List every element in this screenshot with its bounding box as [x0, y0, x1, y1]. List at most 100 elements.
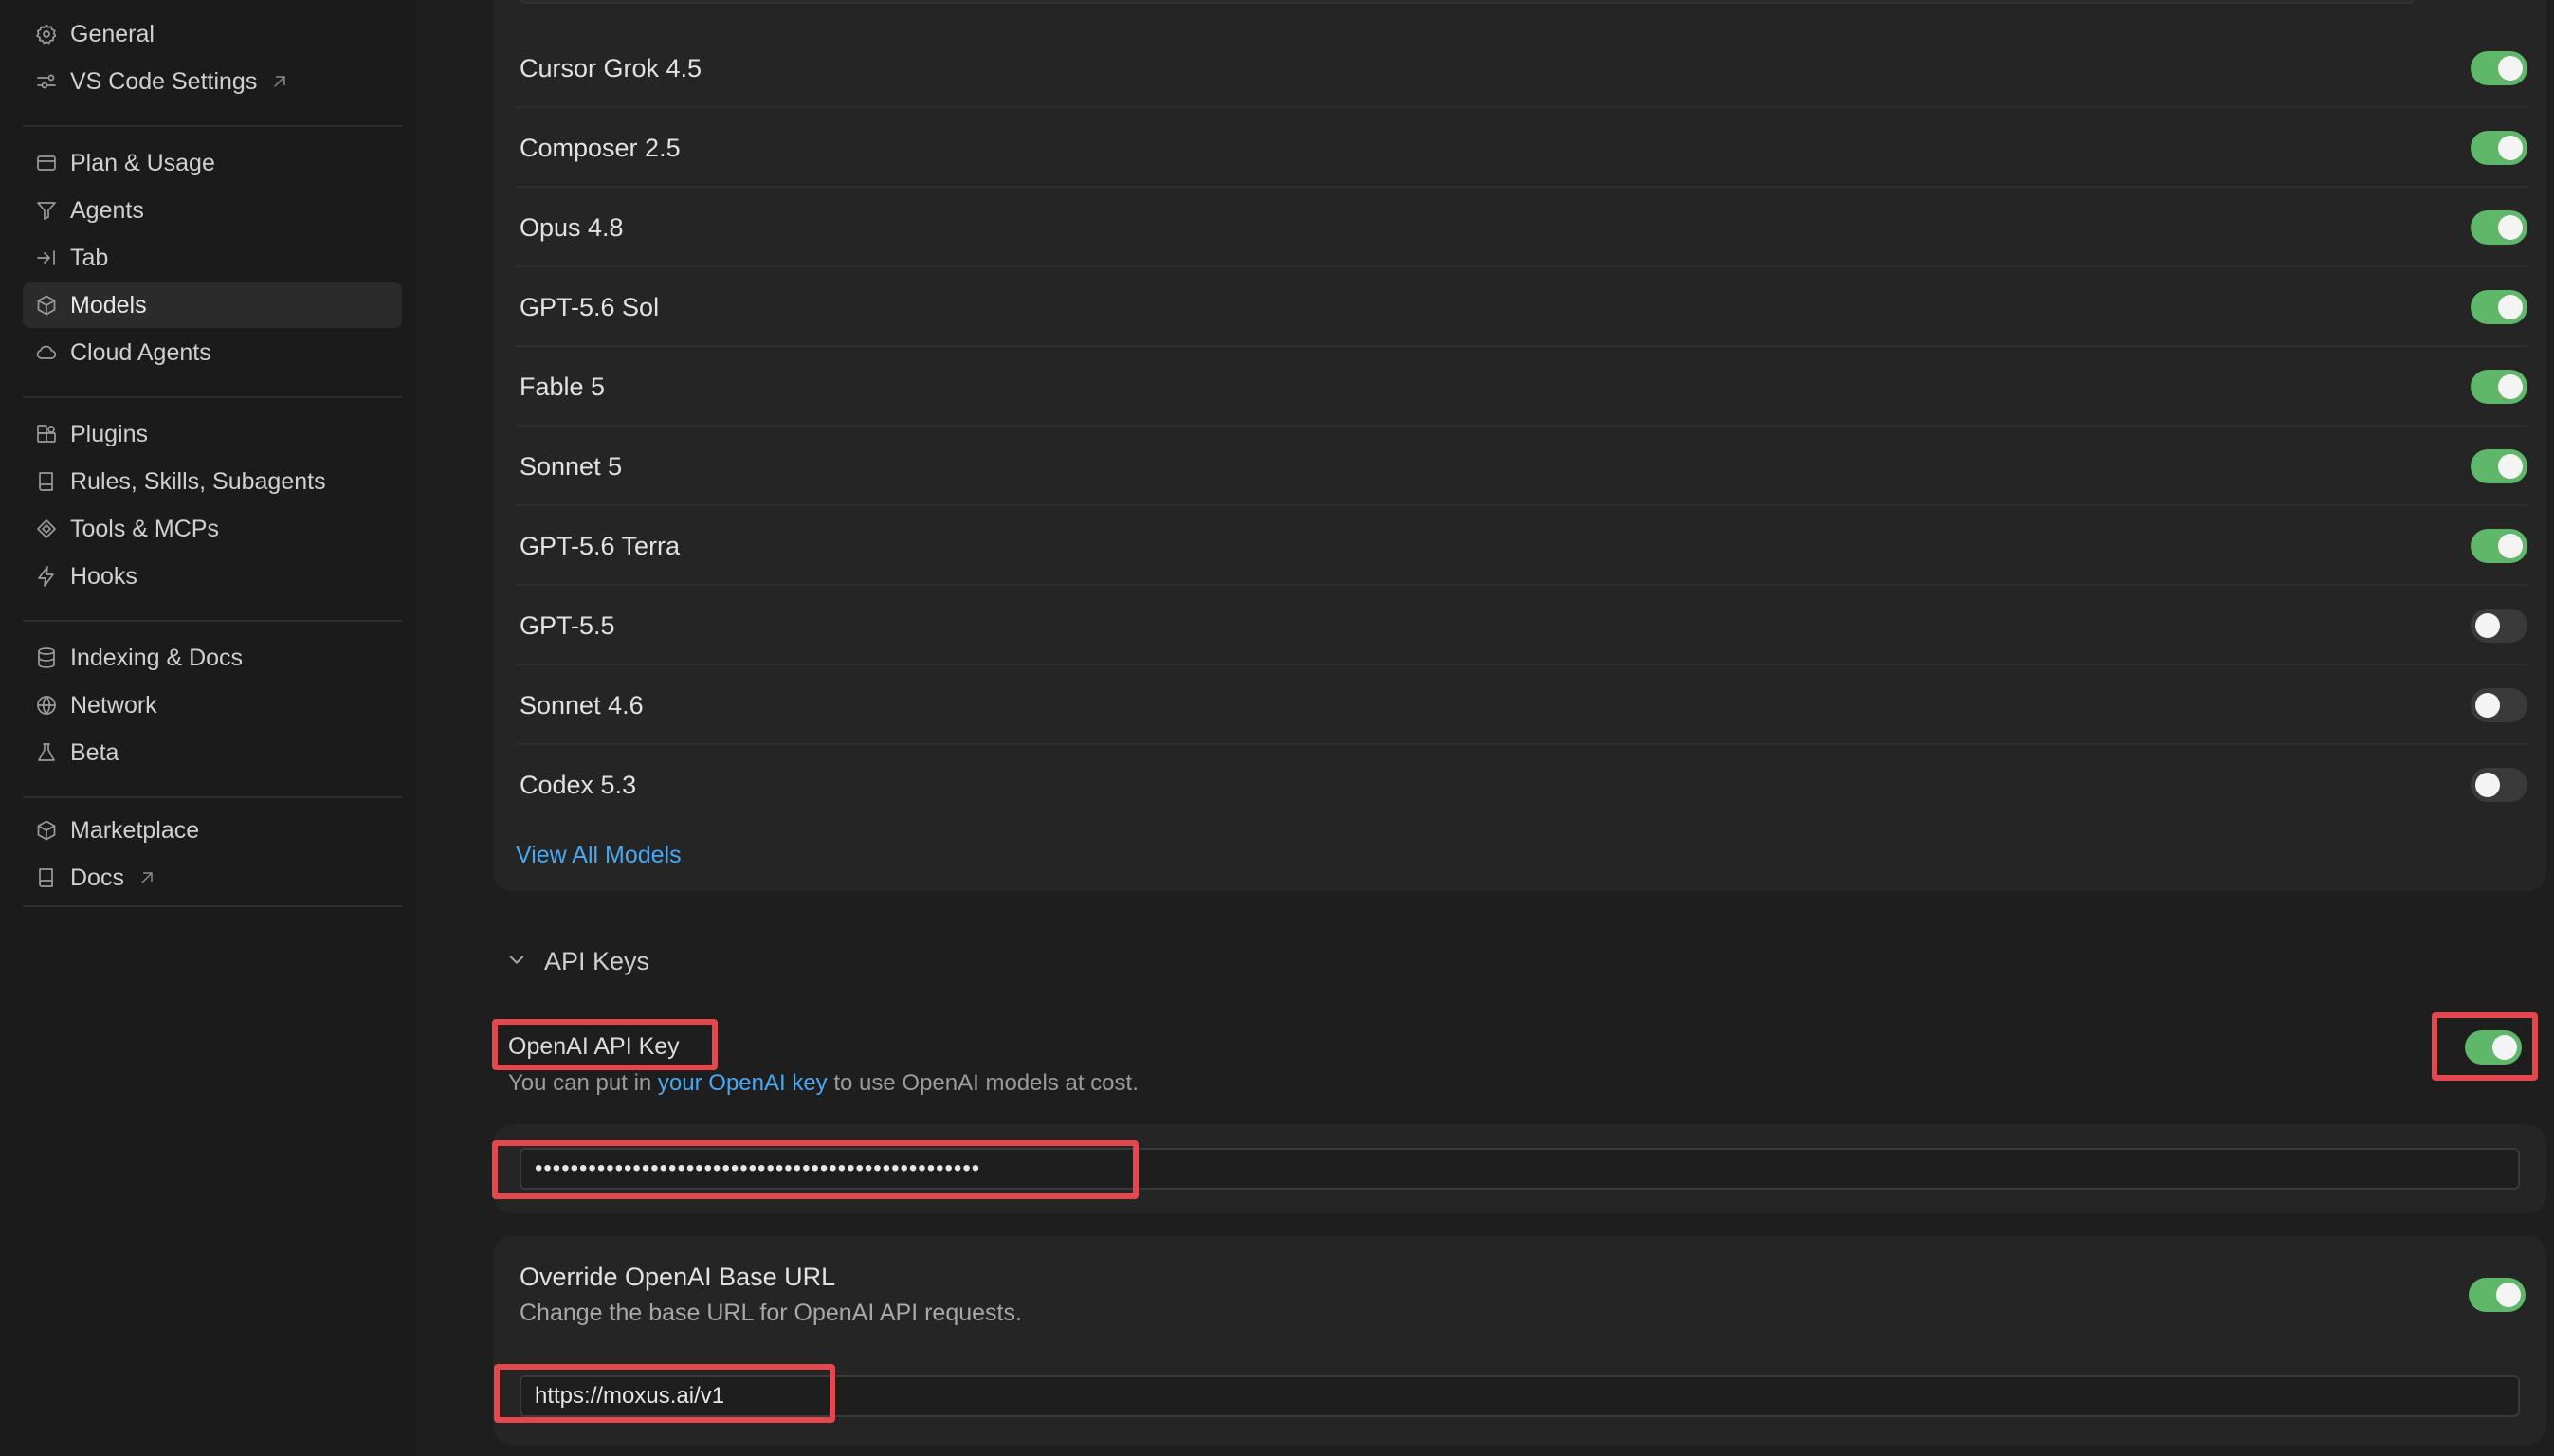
- settings-sidebar: General VS Code Settings Plan & Usage Agent…: [0, 0, 417, 1456]
- toggle-knob: [2498, 56, 2523, 81]
- model-toggle-gpt-5-6-terra[interactable]: [2471, 529, 2527, 563]
- sidebar-item-label: Indexing & Docs: [70, 644, 244, 671]
- model-toggle-gpt-5-6-sol[interactable]: [2471, 290, 2527, 324]
- sidebar-divider: [23, 620, 402, 622]
- model-row-gpt-5-6-terra: GPT-5.6 Terra: [516, 506, 2527, 586]
- sidebar-item-models[interactable]: Models: [23, 282, 402, 328]
- external-link-icon: [270, 72, 289, 91]
- api-keys-section-header[interactable]: API Keys: [506, 942, 649, 980]
- toggle-knob: [2498, 534, 2523, 558]
- openai-api-key-description: You can put in your OpenAI key to use Op…: [508, 1070, 1139, 1097]
- settings-sliders-icon: [34, 69, 59, 94]
- model-row-opus-4-8: Opus 4.8: [516, 188, 2527, 267]
- database-icon: [34, 646, 59, 670]
- bolt-icon: [34, 564, 59, 589]
- model-row-gpt-5-6-sol: GPT-5.6 Sol: [516, 267, 2527, 347]
- book-icon: [34, 865, 59, 890]
- model-toggle-cursor-grok-4-5[interactable]: [2471, 51, 2527, 85]
- sidebar-item-label: Plugins: [70, 420, 148, 447]
- sidebar-item-cloud-agents[interactable]: Cloud Agents: [23, 330, 402, 375]
- sidebar-item-label: Tools & MCPs: [70, 515, 219, 542]
- toggle-knob: [2475, 773, 2500, 797]
- toggle-knob: [2498, 215, 2523, 240]
- sidebar-item-hooks[interactable]: Hooks: [23, 554, 402, 599]
- sidebar-item-label: Hooks: [70, 562, 137, 590]
- model-name: GPT-5.5: [520, 610, 615, 640]
- sidebar-divider: [23, 796, 402, 798]
- sidebar-item-label: Plan & Usage: [70, 149, 215, 176]
- model-name: Sonnet 4.6: [520, 690, 644, 719]
- model-row-cursor-grok-4-5: Cursor Grok 4.5: [516, 28, 2527, 108]
- chevron-down-icon: [506, 949, 527, 974]
- sidebar-item-label: Network: [70, 691, 157, 719]
- sidebar-item-label: General: [70, 20, 155, 47]
- sidebar-item-marketplace[interactable]: Marketplace: [23, 808, 402, 853]
- sidebar-item-docs[interactable]: Docs: [23, 855, 402, 901]
- api-keys-title: API Keys: [544, 946, 650, 975]
- model-name: GPT-5.6 Terra: [520, 531, 681, 560]
- override-base-url-toggle[interactable]: [2469, 1278, 2526, 1312]
- toggle-knob: [2475, 693, 2500, 718]
- cube-icon: [34, 818, 59, 843]
- sidebar-item-label: Cloud Agents: [70, 338, 211, 366]
- sidebar-item-label: Beta: [70, 738, 119, 766]
- openai-key-link[interactable]: your OpenAI key: [658, 1070, 828, 1096]
- base-url-input[interactable]: [520, 1375, 2520, 1417]
- book-icon: [34, 469, 59, 494]
- model-row-composer-2-5: Composer 2.5: [516, 108, 2527, 188]
- override-base-url-description: Change the base URL for OpenAI API reque…: [520, 1300, 1022, 1326]
- sidebar-item-tools-mcps[interactable]: Tools & MCPs: [23, 506, 402, 552]
- model-toggle-fable-5[interactable]: [2471, 370, 2527, 404]
- toggle-knob: [2496, 1283, 2521, 1307]
- sidebar-item-label: Agents: [70, 196, 144, 224]
- model-row-sonnet-5: Sonnet 5: [516, 427, 2527, 506]
- sidebar-item-label: Docs: [70, 864, 124, 891]
- puzzle-icon: [34, 422, 59, 446]
- model-name: Composer 2.5: [520, 133, 681, 162]
- model-toggle-gpt-5-5[interactable]: [2471, 609, 2527, 643]
- sidebar-item-general[interactable]: General: [23, 11, 402, 57]
- sidebar-divider: [23, 396, 402, 398]
- tools-icon: [34, 517, 59, 541]
- sidebar-item-beta[interactable]: Beta: [23, 730, 402, 775]
- model-toggle-opus-4-8[interactable]: [2471, 210, 2527, 245]
- sidebar-item-plugins[interactable]: Plugins: [23, 411, 402, 457]
- model-name: Sonnet 5: [520, 451, 623, 481]
- view-all-models-link[interactable]: View All Models: [516, 842, 682, 869]
- model-name: Codex 5.3: [520, 770, 637, 799]
- sidebar-item-label: Tab: [70, 244, 109, 271]
- sidebar-item-tab[interactable]: Tab: [23, 235, 402, 281]
- funnel-icon: [34, 198, 59, 223]
- openai-desc-prefix: You can put in: [508, 1070, 658, 1096]
- toggle-knob: [2492, 1035, 2517, 1060]
- flask-icon: [34, 740, 59, 765]
- sidebar-divider: [23, 125, 402, 127]
- sidebar-item-rules-skills-subagents[interactable]: Rules, Skills, Subagents: [23, 459, 402, 504]
- model-search-input[interactable]: [520, 0, 2416, 4]
- sidebar-item-label: VS Code Settings: [70, 67, 258, 95]
- sidebar-item-indexing-docs[interactable]: Indexing & Docs: [23, 635, 402, 681]
- model-toggle-composer-2-5[interactable]: [2471, 131, 2527, 165]
- sidebar-item-plan-usage[interactable]: Plan & Usage: [23, 140, 402, 186]
- openai-api-key-input[interactable]: [520, 1148, 2520, 1190]
- openai-api-key-toggle[interactable]: [2465, 1030, 2522, 1065]
- sidebar-divider: [23, 905, 402, 907]
- model-row-fable-5: Fable 5: [516, 347, 2527, 427]
- toggle-knob: [2498, 295, 2523, 319]
- sidebar-item-label: Rules, Skills, Subagents: [70, 467, 326, 495]
- external-link-icon: [137, 868, 156, 887]
- model-name: GPT-5.6 Sol: [520, 292, 660, 321]
- sidebar-item-label: Marketplace: [70, 816, 200, 844]
- model-toggle-codex-5-3[interactable]: [2471, 768, 2527, 802]
- sidebar-item-vs-code-settings[interactable]: VS Code Settings: [23, 59, 402, 104]
- sidebar-item-agents[interactable]: Agents: [23, 188, 402, 233]
- model-toggle-sonnet-4-6[interactable]: [2471, 688, 2527, 722]
- model-row-codex-5-3: Codex 5.3: [516, 745, 2527, 825]
- sidebar-item-network[interactable]: Network: [23, 682, 402, 728]
- model-name: Cursor Grok 4.5: [520, 53, 702, 82]
- model-toggle-sonnet-5[interactable]: [2471, 449, 2527, 483]
- toggle-knob: [2475, 613, 2500, 638]
- model-row-sonnet-4-6: Sonnet 4.6: [516, 665, 2527, 745]
- card-icon: [34, 151, 59, 175]
- cube-icon: [34, 293, 59, 318]
